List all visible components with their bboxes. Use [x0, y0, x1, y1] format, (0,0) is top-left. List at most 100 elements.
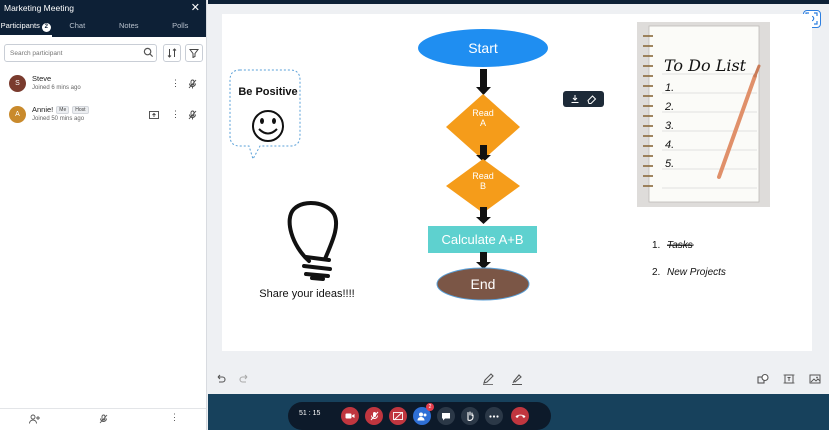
filter-icon	[189, 49, 199, 58]
flow-arrowhead	[476, 87, 491, 95]
more-options-icon[interactable]: ⋮	[171, 78, 180, 89]
read-a-label-line2: A	[480, 118, 486, 128]
close-icon[interactable]: ✕	[191, 1, 200, 14]
participant-joined: Joined 50 mins ago	[32, 116, 85, 122]
list-item-text: New Projects	[667, 267, 726, 278]
image-icon[interactable]	[809, 373, 821, 385]
eraser-icon[interactable]	[587, 94, 597, 104]
lightbulb-icon[interactable]	[287, 201, 339, 281]
tab-label: Polls	[172, 21, 189, 30]
tab-label: Participants	[0, 21, 40, 30]
more-options-icon[interactable]: ⋮	[171, 109, 180, 120]
todo-number: 5.	[665, 158, 674, 170]
tab-polls[interactable]: Polls	[155, 17, 207, 37]
list-item-text: Tasks	[667, 240, 693, 251]
participant-name-text: Annie!	[32, 105, 54, 114]
hang-up-icon	[515, 414, 525, 418]
whiteboard-drawing: Be Positive Share your ideas!!!! Start R…	[229, 22, 770, 301]
text-frame-icon[interactable]	[783, 373, 795, 385]
todo-number: 2.	[664, 101, 674, 113]
search-icon[interactable]	[143, 47, 154, 58]
participant-row[interactable]: S Steve Joined 6 mins ago ⋮	[0, 70, 206, 98]
participant-count-badge: 2	[41, 23, 51, 32]
more-options-button[interactable]	[485, 407, 503, 425]
tab-participants[interactable]: Participants 2	[0, 17, 52, 37]
add-participant-icon[interactable]	[29, 414, 40, 424]
read-b-label-line1: Read	[472, 171, 494, 181]
flowchart: Start Read A Read B Calculate A+B End	[418, 29, 548, 301]
mic-off-icon[interactable]	[188, 110, 197, 120]
mic-off-button[interactable]	[365, 407, 383, 425]
calculate-label: Calculate A+B	[441, 232, 523, 247]
read-b-label-line2: B	[480, 181, 486, 191]
participants-button[interactable]: 2	[413, 403, 434, 425]
read-a-label-line1: Read	[472, 108, 494, 118]
search-row	[4, 44, 203, 62]
avatar: S	[9, 75, 26, 92]
tab-label: Notes	[118, 21, 139, 30]
sidebar-tabs: Participants 2 Chat Notes Polls	[0, 17, 206, 37]
participant-row[interactable]: A Annie! Me Host Joined 50 mins ago ⋮	[0, 101, 206, 129]
screen-share-off-button[interactable]	[389, 407, 407, 425]
host-tag: Host	[72, 106, 89, 114]
more-options-icon[interactable]: ⋮	[170, 412, 179, 423]
todo-number: 1.	[665, 82, 674, 94]
whiteboard-canvas[interactable]: Be Positive Share your ideas!!!! Start R…	[222, 14, 812, 351]
todo-number: 3.	[665, 120, 674, 132]
meeting-title: Marketing Meeting	[4, 3, 74, 13]
notes-list[interactable]: 1. Tasks 2. New Projects	[652, 240, 726, 278]
tab-notes[interactable]: Notes	[103, 17, 155, 37]
sidebar-header: Marketing Meeting ✕ Participants 2 Chat N…	[0, 0, 206, 37]
avatar-initial: A	[15, 111, 20, 118]
redo-icon[interactable]	[239, 373, 250, 384]
sort-icon	[167, 48, 177, 58]
meeting-timer: 51 : 15	[299, 410, 321, 417]
participant-joined: Joined 6 mins ago	[32, 85, 81, 91]
mic-off-icon[interactable]	[188, 79, 197, 89]
filter-button[interactable]	[185, 44, 203, 62]
be-positive-text: Be Positive	[238, 86, 297, 98]
download-icon[interactable]	[570, 94, 580, 104]
start-label: Start	[468, 40, 498, 56]
search-input[interactable]	[4, 44, 157, 62]
hand-raise-icon	[467, 411, 474, 421]
control-pill: 51 : 15 2	[288, 402, 551, 430]
people-icon	[417, 412, 426, 420]
pen-icon[interactable]	[482, 373, 494, 385]
chat-icon	[442, 412, 450, 420]
avatar-initial: S	[15, 80, 20, 87]
highlighter-icon[interactable]	[511, 373, 523, 385]
more-horizontal-icon	[489, 414, 499, 418]
mute-all-icon[interactable]	[99, 414, 108, 424]
undo-icon[interactable]	[215, 373, 226, 384]
participants-sidebar: Marketing Meeting ✕ Participants 2 Chat N…	[0, 0, 207, 430]
shapes-icon[interactable]	[757, 373, 769, 385]
flow-arrowhead	[476, 217, 491, 224]
sort-button[interactable]	[163, 44, 181, 62]
be-positive-bubble[interactable]: Be Positive	[229, 69, 301, 161]
todo-number: 4.	[665, 139, 674, 151]
element-mini-toolbar	[563, 91, 604, 107]
video-off-button[interactable]	[341, 407, 359, 425]
participant-name: Annie! Me Host	[32, 105, 89, 114]
screen-share-icon	[393, 411, 403, 420]
end-label: End	[471, 276, 496, 292]
reactions-button[interactable]	[461, 407, 479, 425]
tab-chat[interactable]: Chat	[52, 17, 104, 37]
participant-name: Steve	[32, 74, 52, 83]
participants-count-badge: 2	[426, 403, 434, 411]
todo-title: To Do List	[664, 56, 747, 75]
chat-button[interactable]	[437, 407, 455, 425]
whiteboard-area: Be Positive Share your ideas!!!! Start R…	[208, 0, 829, 430]
top-bar	[208, 0, 829, 4]
todo-notepad-image[interactable]: To Do List 1. 2. 3. 4. 5.	[637, 22, 770, 207]
meeting-control-bar: 51 : 15 2	[208, 394, 829, 430]
whiteboard-toolbar	[208, 366, 829, 394]
leave-call-button[interactable]	[511, 407, 529, 425]
sidebar-footer: ⋮	[0, 408, 206, 430]
screen-share-icon[interactable]	[149, 111, 159, 120]
me-tag: Me	[56, 106, 70, 114]
video-camera-icon	[345, 413, 355, 419]
list-number: 1.	[652, 240, 660, 251]
list-number: 2.	[652, 267, 660, 278]
